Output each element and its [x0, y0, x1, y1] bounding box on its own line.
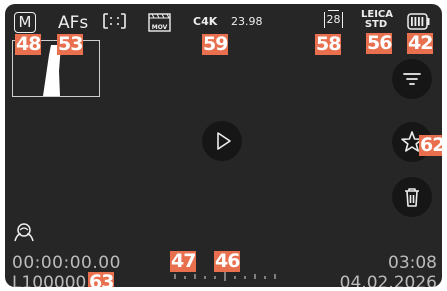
callout-62: 62: [419, 135, 442, 156]
callout-42: 42: [407, 32, 433, 54]
recording-date: 04.02.2026: [339, 273, 437, 287]
play-icon: [217, 132, 231, 150]
camera-screen: M AFs MOV C4K 23.98 28 LEICA STD 00:00:0…: [5, 4, 442, 287]
callout-58: 58: [315, 33, 341, 55]
battery-icon: [407, 13, 430, 30]
clip-length: 03:08: [388, 253, 437, 273]
film-look-profile: STD: [364, 19, 388, 30]
callout-56: 56: [366, 32, 392, 54]
trash-icon: [405, 188, 419, 207]
filter-button[interactable]: [392, 59, 432, 99]
video-resolution-label: C4K: [193, 15, 218, 28]
af-mode-label: AFs: [58, 13, 89, 33]
callout-48: 48: [15, 33, 41, 55]
callout-47: 47: [170, 250, 196, 272]
callout-53: 53: [57, 33, 83, 55]
bracket-count: 28: [326, 13, 341, 26]
file-format-label: MOV: [151, 24, 168, 31]
exposure-mode-indicator: M: [14, 12, 36, 33]
play-button[interactable]: [202, 121, 242, 161]
exposure-mode-label: M: [18, 13, 32, 31]
metering-icon: [103, 13, 126, 29]
filter-icon: [403, 73, 421, 85]
callout-63: 63: [88, 272, 114, 287]
delete-button[interactable]: [392, 177, 432, 217]
callout-46: 46: [214, 250, 240, 272]
film-look-indicator: LEICA STD: [361, 10, 393, 30]
file-number: L100000: [12, 273, 87, 287]
bracket-indicator: 28: [324, 10, 343, 28]
timecode: 00:00:00.00: [12, 253, 121, 273]
file-format-icon: MOV: [148, 13, 171, 32]
callout-59: 59: [202, 33, 228, 55]
face-detection-icon: [14, 223, 34, 242]
frame-rate-label: 23.98: [231, 15, 263, 28]
